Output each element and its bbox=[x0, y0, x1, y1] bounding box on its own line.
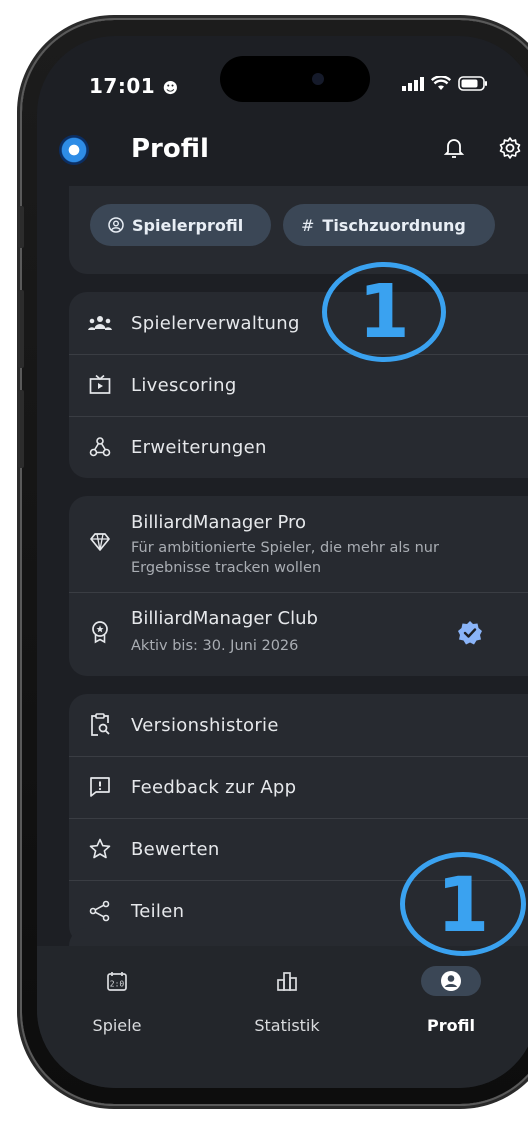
pro-title: BilliardManager Pro bbox=[131, 512, 307, 533]
bell-icon[interactable] bbox=[443, 136, 465, 160]
player-profile-label: Spielerprofil bbox=[132, 215, 244, 235]
camera-dot bbox=[312, 73, 324, 85]
battery-icon bbox=[458, 76, 487, 91]
nav-active-pill bbox=[421, 966, 481, 996]
menu-item-version-history[interactable]: Versionshistorie bbox=[69, 694, 528, 756]
bar-chart-icon bbox=[277, 972, 297, 991]
user-circle-icon bbox=[108, 217, 124, 233]
pro-subtitle-line1: Für ambitionierte Spieler, die mehr als … bbox=[131, 540, 439, 556]
menu-label: Erweiterungen bbox=[131, 436, 267, 458]
subscription-pro[interactable]: BilliardManager Pro Für ambitionierte Sp… bbox=[69, 496, 528, 592]
calendar-score-icon: 2:0 bbox=[107, 972, 127, 991]
wifi-icon bbox=[431, 76, 451, 90]
hash-icon: # bbox=[301, 215, 315, 235]
club-title: BilliardManager Club bbox=[131, 608, 318, 629]
menu-label: Spielerverwaltung bbox=[131, 312, 300, 334]
menu-item-livescoring[interactable]: Livescoring bbox=[69, 354, 528, 416]
menu-label: Versionshistorie bbox=[131, 714, 279, 736]
chips-card: Spielerprofil # Tischzuordnung bbox=[69, 186, 528, 274]
annotation-circle-bottom: 1 bbox=[400, 852, 526, 956]
annotation-circle-top: 1 bbox=[322, 262, 446, 362]
nav-label: Spiele bbox=[92, 1016, 142, 1035]
verified-badge-icon bbox=[458, 621, 482, 645]
player-profile-chip[interactable]: Spielerprofil bbox=[90, 204, 271, 246]
diamond-icon bbox=[90, 533, 110, 551]
menu-label: Bewerten bbox=[131, 838, 220, 860]
app-header: Profil bbox=[37, 132, 528, 182]
app-logo bbox=[59, 135, 89, 165]
pro-subtitle-line2: Ergebnisse tracken wollen bbox=[131, 560, 322, 576]
menu-item-feedback[interactable]: Feedback zur App bbox=[69, 756, 528, 818]
bottom-navigation: 2:0 Spiele Statistik Profil bbox=[37, 946, 528, 1088]
page-title: Profil bbox=[131, 134, 209, 164]
status-time: 17:01 ☻ bbox=[89, 74, 179, 98]
volume-down-button bbox=[18, 390, 24, 468]
smiley-icon: ☻ bbox=[162, 79, 179, 97]
menu-label: Feedback zur App bbox=[131, 776, 297, 798]
star-icon bbox=[89, 838, 111, 859]
menu-item-extensions[interactable]: Erweiterungen bbox=[69, 416, 528, 478]
share-icon bbox=[89, 900, 110, 922]
menu-label: Livescoring bbox=[131, 374, 237, 396]
menu-label: Teilen bbox=[131, 900, 185, 922]
nav-label: Statistik bbox=[254, 1016, 320, 1035]
award-icon bbox=[92, 621, 108, 644]
dynamic-island bbox=[220, 56, 370, 102]
nav-label: Profil bbox=[427, 1016, 475, 1035]
table-assignment-chip[interactable]: # Tischzuordnung bbox=[283, 204, 495, 246]
volume-up-button bbox=[18, 290, 24, 368]
status-bar: 17:01 ☻ bbox=[37, 36, 528, 124]
tv-play-icon bbox=[89, 374, 111, 394]
menu-item-player-management[interactable]: Spielerverwaltung bbox=[69, 292, 528, 354]
svg-text:2:0: 2:0 bbox=[110, 980, 125, 989]
signal-icon bbox=[402, 76, 424, 91]
table-assignment-label: Tischzuordnung bbox=[322, 215, 466, 235]
subscriptions-card: BilliardManager Pro Für ambitionierte Sp… bbox=[69, 496, 528, 676]
group-icon bbox=[88, 316, 112, 330]
clipboard-search-icon bbox=[91, 713, 110, 736]
webhook-icon bbox=[89, 437, 111, 457]
account-circle-icon bbox=[441, 971, 461, 991]
feedback-icon bbox=[90, 777, 110, 797]
mute-switch bbox=[18, 206, 24, 248]
gear-icon[interactable] bbox=[498, 136, 522, 160]
main-menu-card: Spielerverwaltung Livescoring Erweiterun… bbox=[69, 292, 528, 478]
club-subtitle: Aktiv bis: 30. Juni 2026 bbox=[131, 638, 299, 654]
